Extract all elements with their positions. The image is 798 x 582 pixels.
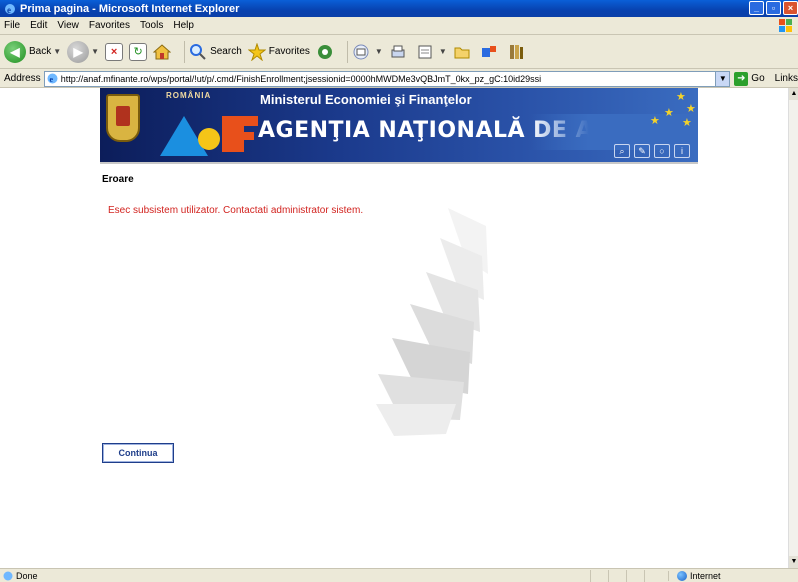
security-zone: Internet (668, 570, 721, 581)
chevron-down-icon: ▼ (91, 47, 100, 56)
scroll-down-icon[interactable]: ▼ (789, 556, 798, 568)
search-label: Search (210, 46, 242, 57)
folder-icon (453, 43, 471, 61)
home-icon (152, 43, 172, 61)
window-title: Prima pagina - Microsoft Internet Explor… (20, 2, 240, 15)
pen-icon[interactable]: ✎ (634, 144, 650, 158)
research-button[interactable] (507, 43, 528, 61)
mail-icon (352, 43, 370, 61)
search-button[interactable]: Search (189, 43, 242, 61)
status-panes (590, 569, 662, 582)
back-label: Back (29, 46, 52, 57)
edit-page-icon (416, 43, 434, 61)
media-button[interactable] (316, 43, 337, 61)
search-icon[interactable]: ○ (654, 144, 670, 158)
error-message: Esec subsistem utilizator. Contactati ad… (108, 205, 364, 216)
banner-ministry: Ministerul Economiei şi Finanţelor (260, 92, 472, 107)
address-label: Address (4, 73, 41, 84)
banner-tools: ⌕ ✎ ○ i (614, 144, 690, 158)
status-pane (644, 569, 662, 582)
messenger-icon (480, 43, 498, 61)
search-icon (189, 43, 207, 61)
menu-edit[interactable]: Edit (30, 20, 47, 31)
page-done-icon (3, 571, 13, 581)
minimize-button[interactable]: _ (749, 1, 764, 15)
chevron-down-icon: ▼ (374, 47, 383, 56)
edit-button[interactable]: ▼ (416, 43, 447, 61)
menu-favorites[interactable]: Favorites (89, 20, 130, 31)
toolbar: ◀ Back ▼ ▶ ▼ × ↻ Search Favorites ▼ ▼ (0, 35, 798, 69)
printer-icon (389, 43, 407, 61)
svg-text:e: e (7, 5, 11, 15)
address-bar: Address e http://anaf.mfinante.ro/wps/po… (0, 70, 798, 88)
site-banner: ROMÂNIA Ministerul Economiei şi Finanţel… (100, 88, 698, 162)
continue-button[interactable]: Continua (102, 443, 174, 463)
windows-flag-icon (778, 18, 794, 33)
status-pane (626, 569, 644, 582)
toolbar-separator (184, 40, 186, 63)
refresh-button[interactable]: ↻ (129, 42, 148, 61)
address-url: http://anaf.mfinante.ro/wps/portal/!ut/p… (60, 73, 542, 84)
banner-divider (100, 162, 698, 164)
home-button[interactable] (152, 43, 174, 61)
mail-button[interactable]: ▼ (352, 43, 383, 61)
page-content: ROMÂNIA Ministerul Economiei şi Finanţel… (0, 88, 788, 568)
romania-coat-of-arms-icon (106, 94, 140, 142)
menu-tools[interactable]: Tools (140, 20, 163, 31)
close-button[interactable]: × (783, 1, 798, 15)
eu-stars-icon: ★ ★ ★ ★ ★ (650, 91, 696, 129)
banner-country: ROMÂNIA (166, 91, 212, 100)
zoom-icon[interactable]: ⌕ (614, 144, 630, 158)
favorites-button[interactable]: Favorites (247, 41, 310, 61)
go-button[interactable]: ➜ Go (734, 71, 765, 86)
forward-arrow-icon: ▶ (67, 40, 90, 63)
status-pane (608, 569, 626, 582)
page-icon: e (47, 73, 58, 84)
vertical-scrollbar[interactable]: ▲ ▼ (788, 88, 798, 568)
forward-button[interactable]: ▶ ▼ (67, 40, 100, 63)
favorites-label: Favorites (268, 46, 310, 57)
status-pane (590, 569, 608, 582)
menu-bar: File Edit View Favorites Tools Help (0, 17, 798, 35)
chevron-down-icon: ▼ (438, 47, 447, 56)
internet-explorer-icon: e (4, 3, 16, 15)
window-title-bar: e Prima pagina - Microsoft Internet Expl… (0, 0, 798, 17)
menu-help[interactable]: Help (173, 20, 194, 31)
decorative-petals-graphic (376, 208, 488, 436)
research-icon (507, 43, 525, 61)
globe-icon (677, 570, 687, 581)
stop-button[interactable]: × (105, 42, 124, 61)
stop-icon: × (105, 42, 124, 61)
maximize-button[interactable]: ▫ (766, 1, 781, 15)
zone-label: Internet (690, 570, 721, 581)
messenger-button[interactable] (480, 43, 501, 61)
address-input[interactable]: e http://anaf.mfinante.ro/wps/portal/!ut… (43, 70, 731, 87)
chevron-down-icon: ▼ (53, 47, 62, 56)
info-icon[interactable]: i (674, 144, 690, 158)
star-icon (247, 41, 267, 61)
scroll-up-icon[interactable]: ▲ (789, 88, 798, 100)
page-heading: Eroare (102, 174, 134, 185)
menu-file[interactable]: File (4, 20, 20, 31)
media-icon (316, 43, 334, 61)
status-bar: Done Internet (0, 568, 798, 582)
links-toolbar[interactable]: Links (775, 73, 798, 84)
chevron-down-icon[interactable]: ▼ (715, 71, 730, 86)
toolbar-separator (346, 40, 348, 63)
menu-view[interactable]: View (57, 20, 79, 31)
discuss-button[interactable] (453, 43, 474, 61)
status-text: Done (16, 570, 38, 581)
print-button[interactable] (389, 43, 410, 61)
status-text-area: Done (0, 571, 590, 581)
back-arrow-icon: ◀ (4, 40, 26, 63)
go-arrow-icon: ➜ (734, 71, 749, 86)
back-button[interactable]: ◀ Back ▼ (4, 40, 62, 63)
svg-text:e: e (49, 75, 53, 84)
anaf-logo-f (222, 116, 258, 152)
anaf-logo-sun (198, 128, 220, 150)
refresh-icon: ↻ (129, 42, 148, 61)
go-label: Go (751, 73, 765, 84)
